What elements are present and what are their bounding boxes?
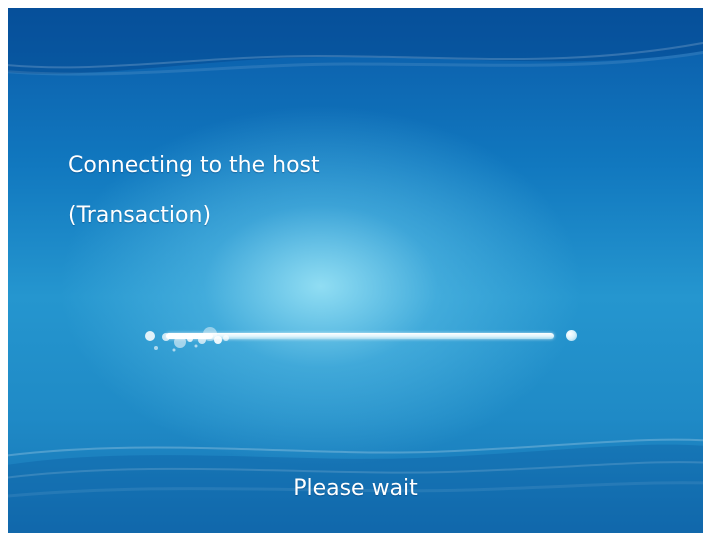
please-wait-message: Please wait: [293, 476, 418, 501]
progress-end-dot: [566, 330, 577, 341]
top-wave-decoration: [8, 8, 703, 76]
connection-message: Connecting to the host: [68, 153, 320, 178]
bubble-progress-icon: [145, 327, 229, 352]
transaction-type-label: (Transaction): [68, 203, 212, 228]
progress-indicator: [144, 326, 584, 356]
atm-screen: Connecting to the host (Transaction) Ple…: [8, 8, 703, 533]
